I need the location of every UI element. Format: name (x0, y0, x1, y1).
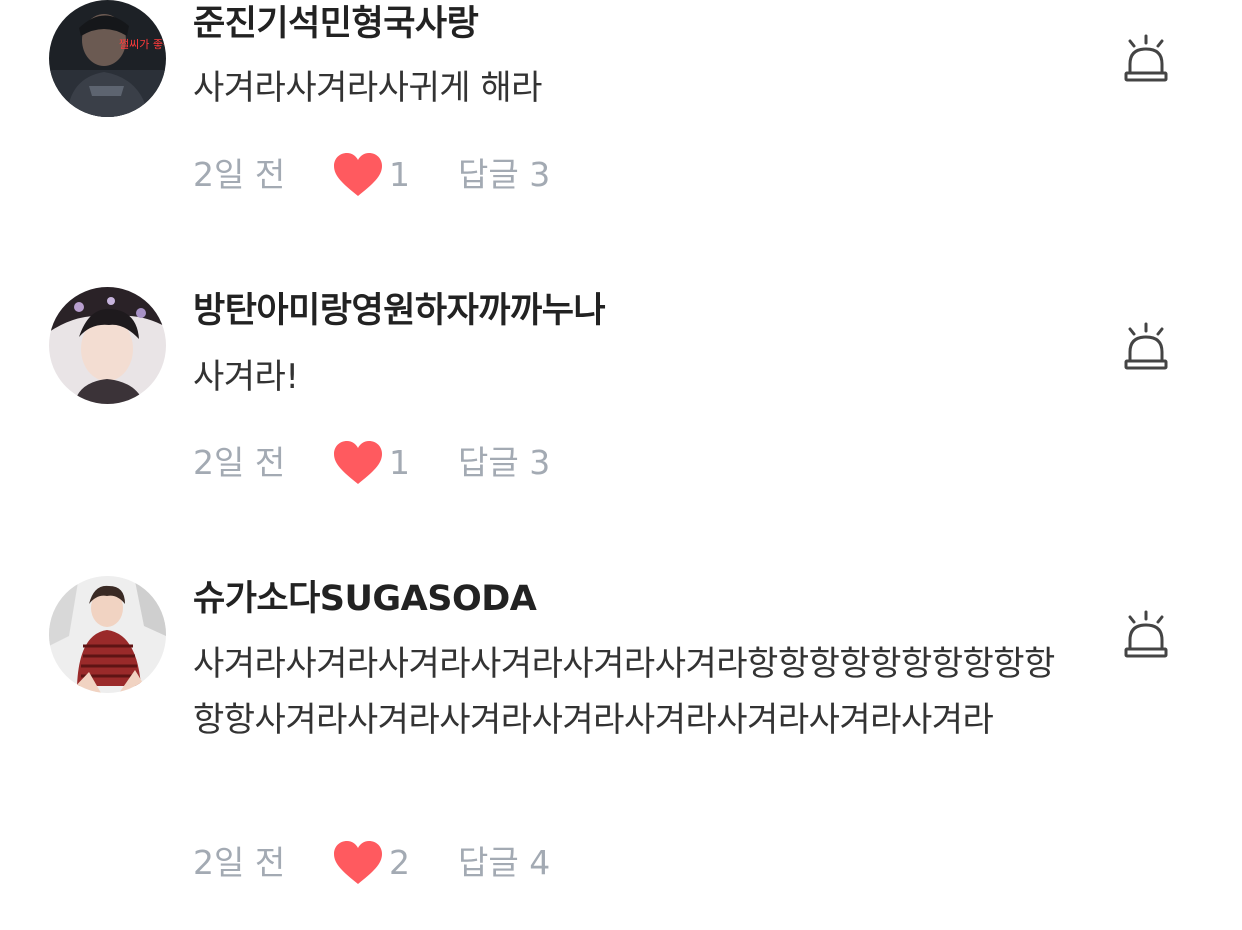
avatar-image (49, 576, 166, 693)
reply-button[interactable]: 답글 4 (458, 838, 550, 888)
comment-time: 2일 전 (193, 155, 286, 194)
comment-text: 사겨라! (193, 357, 299, 397)
avatar-image (49, 287, 166, 404)
avatar[interactable]: 쩔씨가 좋구나 (49, 0, 166, 117)
comment-username[interactable]: 방탄아미랑영원하자까까누나 (193, 289, 606, 333)
heart-icon[interactable] (333, 153, 383, 197)
comment-text: 사겨라사겨라사귀게 해라 (193, 68, 542, 108)
like-count: 2 (389, 843, 410, 882)
like-button[interactable]: 2 (333, 838, 410, 888)
comment-time: 2일 전 (193, 443, 286, 482)
reply-button[interactable]: 답글 3 (458, 150, 550, 200)
siren-alarm-icon[interactable] (1122, 34, 1170, 84)
comment-time: 2일 전 (193, 843, 286, 882)
siren-alarm-icon[interactable] (1122, 610, 1170, 660)
comment-username[interactable]: 준진기석민형국사랑 (193, 2, 479, 46)
heart-icon[interactable] (333, 841, 383, 885)
like-count: 1 (389, 443, 410, 482)
reply-button[interactable]: 답글 3 (458, 438, 550, 488)
avatar[interactable] (49, 576, 166, 693)
avatar-overlay-text: 쩔씨가 좋구나 (119, 38, 166, 51)
heart-icon[interactable] (333, 441, 383, 485)
comment-text: 사겨라사겨라사겨라사겨라사겨라사겨라항항항항항항항항항항항항사겨라사겨라사겨라사… (193, 644, 1055, 740)
comment-username[interactable]: 슈가소다SUGASODA (193, 577, 537, 621)
avatar[interactable] (49, 287, 166, 404)
siren-alarm-icon[interactable] (1122, 322, 1170, 372)
like-button[interactable]: 1 (333, 438, 410, 488)
like-button[interactable]: 1 (333, 150, 410, 200)
like-count: 1 (389, 155, 410, 194)
avatar-image: 쩔씨가 좋구나 (49, 0, 166, 117)
